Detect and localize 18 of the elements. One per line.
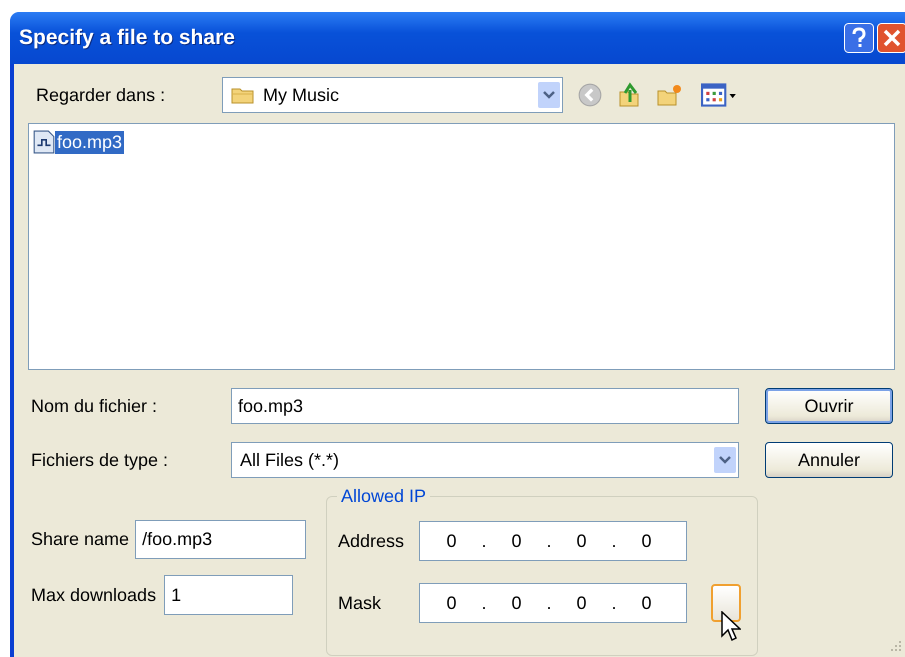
ip-label: Mask <box>338 592 382 614</box>
share-name-field[interactable]: /foo.mp3 <box>135 520 306 559</box>
ip-address-field[interactable]: 0 . 0 . 0 . 0 <box>419 521 687 561</box>
window-title: Specify a file to share <box>19 26 235 50</box>
file-type-dropdown[interactable]: All Files (*.*) <box>231 442 739 478</box>
max-downloads-label: Max downloads <box>31 584 156 606</box>
open-button[interactable]: Ouvrir <box>765 388 893 424</box>
share-name-label: Share name <box>31 529 130 550</box>
look-in-label: Regarder dans : <box>35 84 166 106</box>
file-name-label: Nom du fichier : <box>30 396 158 416</box>
ip-address-field[interactable]: 0 . 0 . 0 . 0 <box>419 583 687 623</box>
ip-label: Address <box>338 530 406 552</box>
max-downloads-field[interactable]: 1 <box>164 575 294 615</box>
file-item[interactable]: foo.mp3 <box>55 130 124 154</box>
cancel-button[interactable]: Annuler <box>765 442 893 478</box>
file-name-field[interactable]: foo.mp3 <box>231 388 739 424</box>
look-in-dropdown[interactable]: My Music <box>222 77 563 113</box>
file-type-label: Fichiers de type : <box>30 450 170 470</box>
